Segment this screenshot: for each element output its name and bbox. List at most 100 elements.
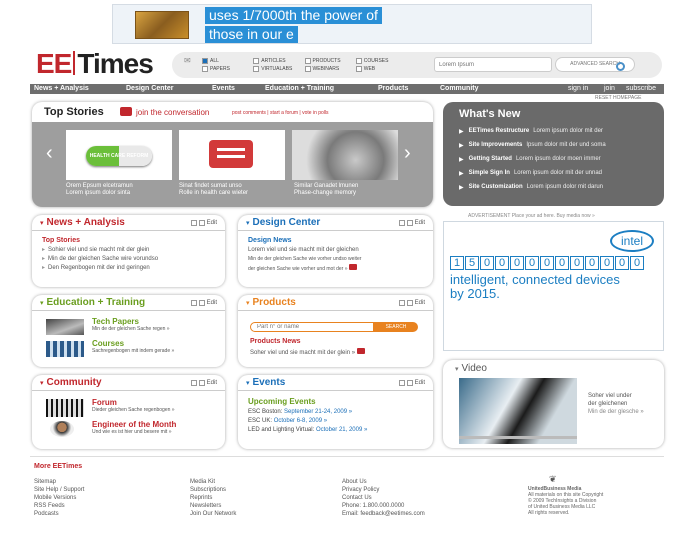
- search-icon[interactable]: [616, 62, 625, 71]
- checkbox-articles[interactable]: [253, 58, 260, 64]
- footer-link[interactable]: Media Kit: [190, 478, 236, 486]
- story-image-3[interactable]: [292, 130, 398, 180]
- nav-join[interactable]: join: [604, 84, 615, 94]
- video-description[interactable]: Soher viel under der gleichenen Min de der…: [588, 392, 644, 416]
- courses-thumbnail[interactable]: [46, 341, 84, 357]
- checkbox-papers[interactable]: [202, 66, 208, 72]
- whats-new-item[interactable]: ▶ Getting Started Lorem ipsum dolor moen i…: [459, 152, 659, 166]
- comment-icon[interactable]: [356, 348, 365, 354]
- comment-icon[interactable]: [120, 107, 132, 116]
- footer-link[interactable]: Newsletters: [190, 502, 236, 510]
- story-image-2[interactable]: [179, 130, 285, 180]
- products-news-item[interactable]: Soher viel und sie macht mit der glein »: [250, 348, 365, 356]
- checkbox-courses[interactable]: [355, 58, 362, 64]
- filter-webinars[interactable]: WEBINARS: [304, 65, 356, 73]
- whats-new-item[interactable]: ▶ Simple Sign In Lorem ipsum dolor mit der…: [459, 166, 659, 180]
- edit-control[interactable]: Edit: [190, 219, 217, 226]
- footer-link[interactable]: Mobile Versions: [34, 494, 84, 502]
- tech-papers-thumbnail[interactable]: [46, 319, 84, 335]
- nav-sign-in[interactable]: sign in: [568, 84, 588, 94]
- filter-courses[interactable]: COURSES: [355, 57, 407, 65]
- tech-papers-item[interactable]: Tech Papers Min de der gleichen Sache reg…: [92, 317, 170, 332]
- filter-all[interactable]: ALL: [202, 57, 253, 65]
- whats-new-item[interactable]: ▶ Site Improvements Ipsum dolor mit der un…: [459, 138, 659, 152]
- filter-products[interactable]: PRODUCTS: [304, 57, 356, 65]
- collapse-arrow-icon[interactable]: ▾: [246, 299, 250, 307]
- video-player[interactable]: [459, 378, 577, 444]
- email-icon[interactable]: ✉: [184, 56, 191, 65]
- chevron-right-icon[interactable]: ›: [404, 142, 411, 165]
- edit-control[interactable]: Edit: [398, 379, 425, 386]
- reset-homepage-link[interactable]: RESET HOMEPAGE: [595, 95, 642, 101]
- footer-link[interactable]: Reprints: [190, 494, 236, 502]
- whats-new-item[interactable]: ▶ Site Customization Lorem ipsum dolor mit…: [459, 180, 659, 194]
- search-input[interactable]: [434, 57, 552, 72]
- chevron-left-icon[interactable]: ‹: [46, 142, 53, 165]
- story-caption-2[interactable]: Sinat findet sumat unso Rolle in health c…: [179, 183, 248, 197]
- ad-banner[interactable]: uses 1/7000th the power of those in our …: [112, 4, 592, 44]
- collapse-arrow-icon[interactable]: ▾: [40, 219, 44, 227]
- join-conversation-links[interactable]: post comments | start a forum | vote in …: [232, 110, 329, 116]
- courses-item[interactable]: Courses Sachregenbogen mit indem gerade »: [92, 339, 174, 354]
- checkbox-webinars[interactable]: [304, 66, 311, 72]
- design-text-3[interactable]: der gleichen Sache wie vorher und mot de…: [248, 264, 423, 274]
- nav-events[interactable]: Events: [212, 84, 235, 94]
- nav-products[interactable]: Products: [378, 84, 408, 94]
- forum-item[interactable]: Forum Dieder gleichen Sache regenbogen »: [92, 398, 175, 413]
- edit-control[interactable]: Edit: [190, 299, 217, 306]
- nav-design-center[interactable]: Design Center: [126, 84, 173, 94]
- collapse-arrow-icon[interactable]: ▾: [246, 219, 250, 227]
- part-number-input[interactable]: [250, 322, 374, 332]
- story-image-1[interactable]: HEALTH CARE REFORM: [66, 130, 172, 180]
- event-item[interactable]: ESC Boston: September 21-24, 2009 »: [248, 408, 423, 417]
- collapse-arrow-icon[interactable]: ▾: [40, 379, 44, 387]
- nav-community[interactable]: Community: [440, 84, 479, 94]
- footer-link[interactable]: Site Help / Support: [34, 486, 84, 494]
- event-item[interactable]: ESC UK: October 6-8, 2009 »: [248, 417, 423, 426]
- nav-subscribe[interactable]: subscribe: [626, 84, 656, 94]
- story-caption-1[interactable]: Orem Epsum elcetramun Lorem ipsum dolor s…: [66, 183, 133, 197]
- checkbox-virtualabs[interactable]: [253, 66, 260, 72]
- comment-icon[interactable]: [348, 264, 357, 270]
- collapse-arrow-icon[interactable]: ▾: [40, 299, 44, 307]
- footer-link[interactable]: Sitemap: [34, 478, 84, 486]
- whats-new-item[interactable]: ▶ EETimes Restructure Lorem ipsum dolor mi…: [459, 124, 659, 138]
- story-caption-3[interactable]: Similar Ganadet lmunen Phase-change memor…: [294, 183, 358, 197]
- footer-link[interactable]: RSS Feeds: [34, 502, 84, 510]
- edit-control[interactable]: Edit: [190, 379, 217, 386]
- footer-link[interactable]: Join Our Network: [190, 510, 236, 518]
- forum-thumbnail[interactable]: [46, 399, 84, 417]
- footer-link[interactable]: Subscriptions: [190, 486, 236, 494]
- filter-articles[interactable]: ARTICLES: [253, 57, 304, 65]
- design-text[interactable]: Lorem viel und sie macht mit der gleiche…: [248, 246, 423, 255]
- edit-control[interactable]: Edit: [398, 299, 425, 306]
- nav-news-analysis[interactable]: News + Analysis: [34, 84, 89, 94]
- news-item[interactable]: ▸ Min de der gleichen Sache wire vorundso: [42, 255, 215, 264]
- filter-papers[interactable]: PAPERS: [202, 65, 253, 73]
- footer-link[interactable]: Podcasts: [34, 510, 84, 518]
- collapse-arrow-icon[interactable]: ▾: [455, 366, 459, 373]
- checkbox-web[interactable]: [355, 66, 362, 72]
- edit-control[interactable]: Edit: [398, 219, 425, 226]
- intel-ad[interactable]: intel 1500000000000 intelligent, connect…: [443, 221, 664, 351]
- event-item[interactable]: LED and Lighting Virtual: October 21, 20…: [248, 426, 423, 435]
- logo[interactable]: EE Times: [36, 48, 154, 82]
- checkbox-products[interactable]: [304, 58, 311, 64]
- filter-web[interactable]: WEB: [355, 65, 407, 73]
- filter-virtualabs[interactable]: VIRTUALABS: [253, 65, 304, 73]
- collapse-arrow-icon[interactable]: ▾: [246, 379, 250, 387]
- footer-link[interactable]: Contact Us: [342, 494, 425, 502]
- engineer-avatar[interactable]: [50, 421, 74, 437]
- news-item[interactable]: ▸ Sohier viel und sie macht mit der glein: [42, 246, 215, 255]
- engineer-of-month-item[interactable]: Engineer of the Month Und wie es ist hier…: [92, 420, 176, 435]
- footer-link[interactable]: Privacy Policy: [342, 486, 425, 494]
- footer-email[interactable]: Email: feedback@eetimes.com: [342, 510, 425, 518]
- video-progress-bar[interactable]: [459, 436, 577, 439]
- news-item[interactable]: ▸ Den Regenbogen mit der ind geringen: [42, 264, 215, 273]
- products-search-button[interactable]: SEARCH: [374, 322, 418, 332]
- footer-link[interactable]: About Us: [342, 478, 425, 486]
- nav-education-training[interactable]: Education + Training: [265, 84, 334, 94]
- checkbox-all[interactable]: [202, 58, 208, 64]
- design-text-2[interactable]: Min de der gleichen Sache wie vorher und…: [248, 255, 423, 264]
- join-conversation-link[interactable]: join the conversation: [136, 108, 209, 117]
